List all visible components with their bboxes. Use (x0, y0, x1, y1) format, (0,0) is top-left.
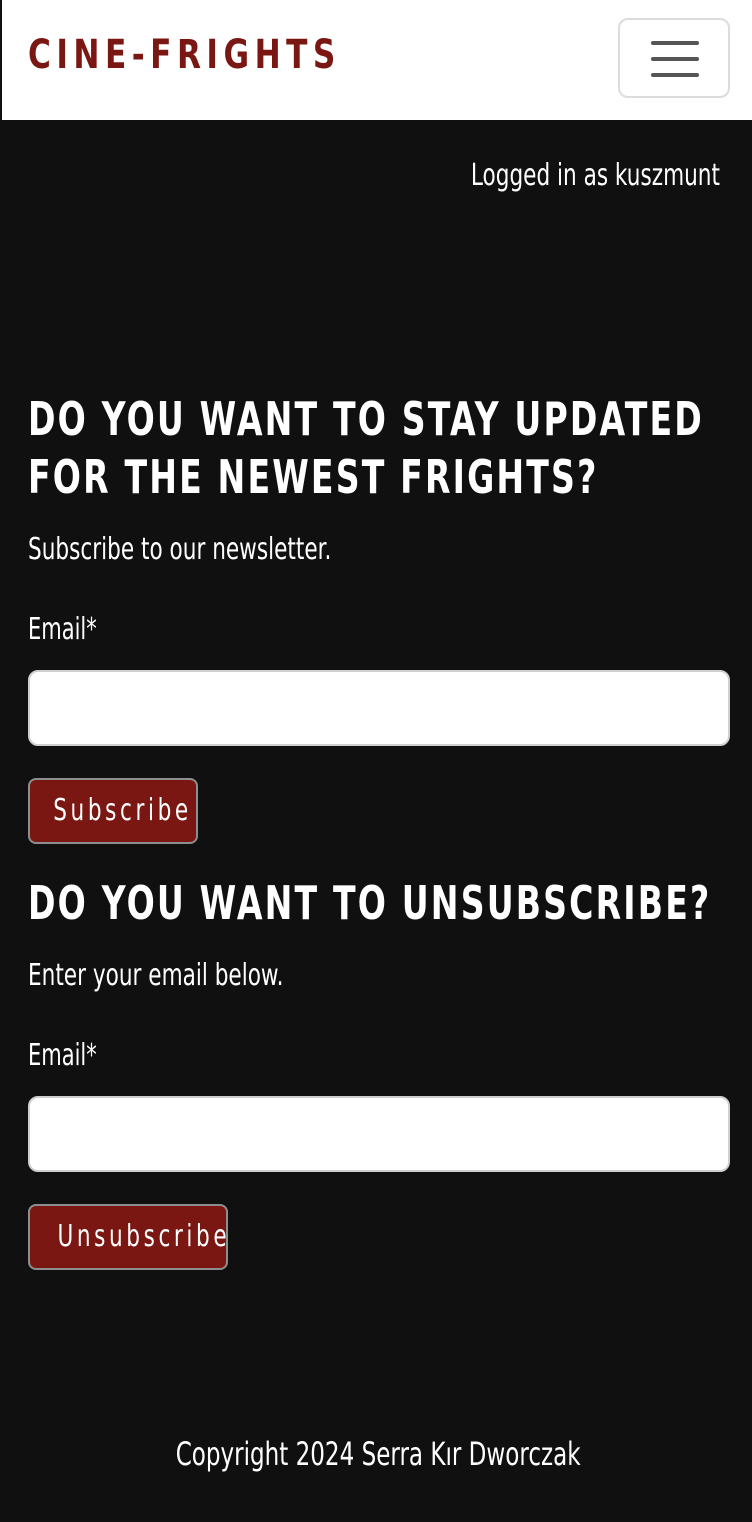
subscribe-email-input[interactable] (28, 670, 730, 746)
unsubscribe-subtext: Enter your email below. (28, 958, 284, 993)
unsubscribe-heading: Do you want to unsubscribe? (28, 876, 712, 930)
subscribe-button-label: Subscribe (53, 793, 192, 828)
logged-in-status: Logged in as kuszmunt (470, 158, 720, 193)
main-content: Logged in as kuszmunt Do you want to sta… (0, 120, 752, 1522)
unsubscribe-button[interactable]: Unsubscribe (28, 1204, 228, 1270)
navbar-toggler-button[interactable] (618, 18, 730, 98)
subscribe-heading: Do you want to stay updated for the newe… (28, 392, 704, 504)
footer-copyright: Copyright 2024 Serra Kır Dworczak (175, 1435, 581, 1473)
subscribe-subtext: Subscribe to our newsletter. (28, 532, 332, 567)
unsubscribe-email-label: Email* (28, 1038, 97, 1073)
footer: Copyright 2024 Serra Kır Dworczak (2, 1432, 752, 1476)
subscribe-button[interactable]: Subscribe (28, 778, 198, 844)
unsubscribe-email-input[interactable] (28, 1096, 730, 1172)
navbar: CINE-FRIGHTS (0, 0, 752, 120)
unsubscribe-button-label: Unsubscribe (57, 1219, 228, 1254)
brand-logo[interactable]: CINE-FRIGHTS (28, 30, 341, 80)
subscribe-email-label: Email* (28, 612, 97, 647)
